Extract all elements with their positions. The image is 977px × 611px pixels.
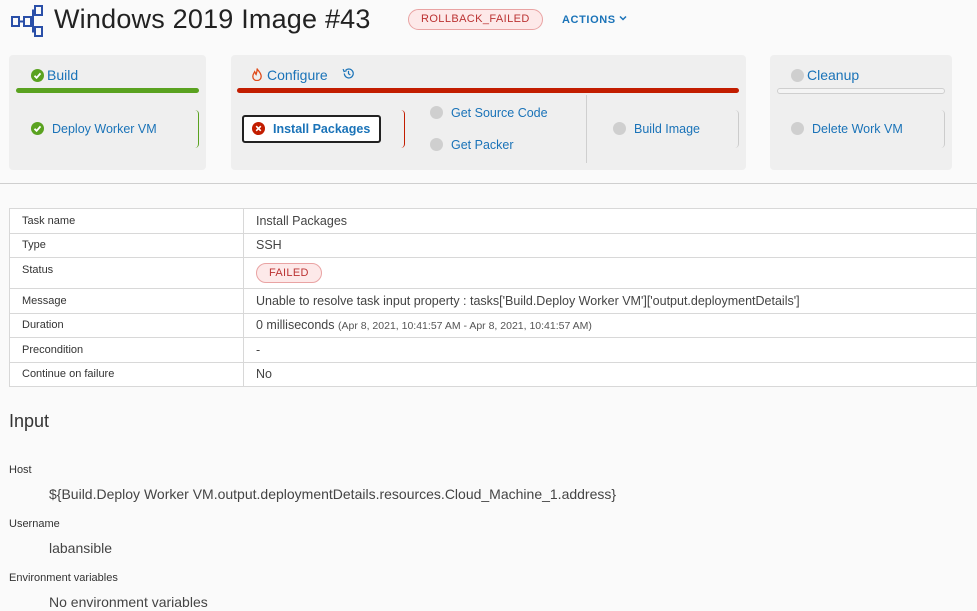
detail-key: Type [9, 232, 244, 258]
failed-status-badge: FAILED [256, 263, 322, 283]
stage-build-progress [16, 88, 199, 93]
chevron-down-icon [619, 15, 627, 21]
detail-row-status: Status FAILED [9, 257, 977, 289]
detail-value: Unable to resolve task input property : … [243, 288, 977, 314]
actions-dropdown[interactable]: ACTIONS [562, 13, 627, 27]
task-get-packer[interactable]: Get Packer [430, 137, 514, 153]
detail-value: No [243, 361, 977, 387]
parallel-group-divider [586, 95, 587, 163]
task-label: Install Packages [273, 122, 371, 136]
detail-row-continue-on-failure: Continue on failure No [9, 361, 977, 387]
input-section-heading: Input [9, 411, 50, 431]
task-label: Build Image [634, 122, 701, 136]
stage-configure-progress [237, 88, 739, 93]
input-value-environment-variables: No environment variables [49, 594, 208, 610]
error-icon [252, 122, 265, 135]
task-connector [731, 110, 739, 148]
pending-status-icon [613, 122, 626, 135]
stage-configure-title[interactable]: Configure [251, 66, 355, 84]
pipeline-icon [11, 5, 43, 37]
stage-configure: Configure Install Packages Get Source Co… [231, 55, 746, 170]
detail-key: Duration [9, 312, 244, 338]
detail-key: Continue on failure [9, 361, 244, 387]
detail-key: Status [9, 257, 244, 289]
stage-configure-label: Configure [267, 67, 328, 83]
success-icon [31, 122, 44, 135]
detail-row-duration: Duration 0 milliseconds (Apr 8, 2021, 10… [9, 312, 977, 338]
detail-value: FAILED [243, 257, 977, 289]
duration-timestamps: (Apr 8, 2021, 10:41:57 AM - Apr 8, 2021,… [338, 320, 592, 333]
duration-value: 0 milliseconds [256, 318, 335, 333]
task-install-packages[interactable]: Install Packages [242, 115, 381, 143]
task-build-image[interactable]: Build Image [613, 121, 700, 137]
pending-status-icon [791, 122, 804, 135]
detail-row-precondition: Precondition - [9, 337, 977, 363]
stage-build-label: Build [47, 67, 79, 83]
actions-label: ACTIONS [562, 14, 616, 26]
stage-cleanup: Cleanup Delete Work VM [770, 55, 952, 170]
input-label-host: Host [9, 464, 32, 476]
input-value-host: ${Build.Deploy Worker VM.output.deployme… [49, 486, 617, 502]
detail-value: Install Packages [243, 208, 977, 234]
task-connector [191, 110, 199, 148]
task-label: Delete Work VM [812, 122, 903, 136]
section-divider [0, 183, 977, 184]
detail-key: Task name [9, 208, 244, 234]
task-deploy-worker-vm[interactable]: Deploy Worker VM [31, 121, 157, 137]
input-value-username: labansible [49, 540, 113, 556]
task-connector [937, 110, 945, 148]
task-label: Deploy Worker VM [52, 122, 157, 136]
pending-status-icon [430, 138, 443, 151]
pending-status-icon [791, 69, 804, 82]
execution-status-badge: ROLLBACK_FAILED [408, 9, 543, 30]
task-detail-table: Task name Install Packages Type SSH Stat… [9, 208, 977, 387]
detail-value: - [243, 337, 977, 363]
page-header: Windows 2019 Image #43 ROLLBACK_FAILED A… [0, 0, 977, 40]
stage-build: Build Deploy Worker VM [9, 55, 206, 170]
page-title: Windows 2019 Image #43 [54, 4, 371, 34]
task-label: Get Source Code [451, 106, 548, 120]
input-label-username: Username [9, 518, 60, 530]
stage-cleanup-title[interactable]: Cleanup [791, 66, 859, 84]
history-icon[interactable] [342, 67, 355, 80]
detail-row-type: Type SSH [9, 232, 977, 258]
pending-status-icon [430, 106, 443, 119]
detail-key: Precondition [9, 337, 244, 363]
task-connector [397, 110, 405, 148]
task-label: Get Packer [451, 138, 514, 152]
stage-cleanup-progress [777, 88, 945, 94]
success-icon [31, 69, 44, 82]
detail-value: SSH [243, 232, 977, 258]
detail-value: 0 milliseconds (Apr 8, 2021, 10:41:57 AM… [243, 312, 977, 338]
stage-build-title[interactable]: Build [31, 66, 78, 84]
fire-icon [252, 68, 262, 81]
stage-cleanup-label: Cleanup [807, 67, 860, 83]
detail-row-task-name: Task name Install Packages [9, 208, 977, 234]
input-label-environment-variables: Environment variables [9, 572, 118, 584]
detail-key: Message [9, 288, 244, 314]
task-get-source-code[interactable]: Get Source Code [430, 105, 548, 121]
detail-row-message: Message Unable to resolve task input pro… [9, 288, 977, 314]
task-delete-work-vm[interactable]: Delete Work VM [791, 121, 903, 137]
